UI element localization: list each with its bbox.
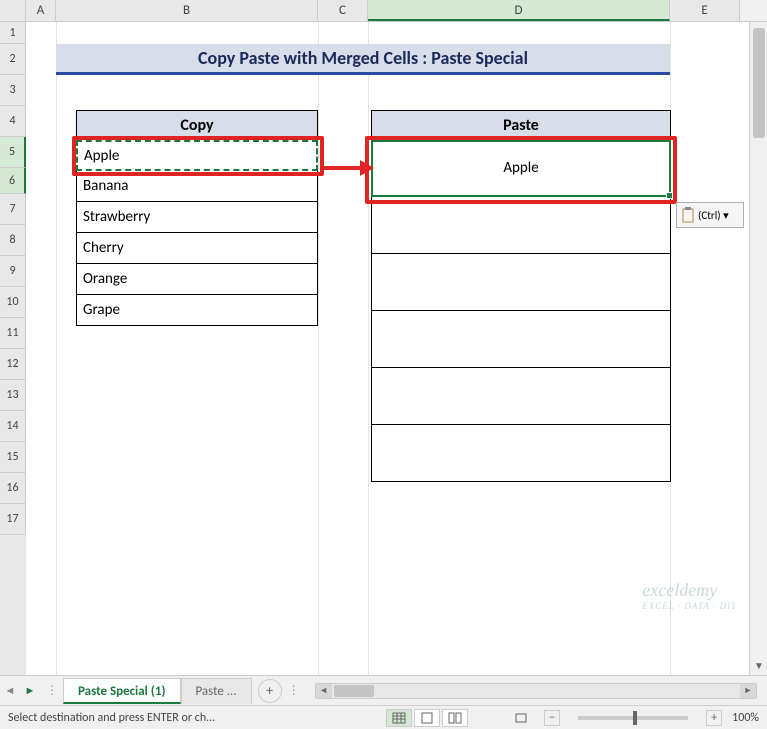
row-header-1[interactable]: 1 xyxy=(0,22,26,44)
row-header-10[interactable]: 10 xyxy=(0,287,26,318)
sheet-tabs-bar: ◄ ► ⋮ Paste Special (1) Paste ... + ⋮ ◄ … xyxy=(0,675,767,705)
row-header-2[interactable]: 2 xyxy=(0,44,26,75)
row-header-6[interactable]: 6 xyxy=(0,168,26,194)
col-header-E[interactable]: E xyxy=(670,0,740,21)
copy-cell-cherry[interactable]: Cherry xyxy=(76,233,318,264)
normal-view-button[interactable] xyxy=(386,709,412,727)
cells-canvas[interactable]: Copy Paste with Merged Cells : Paste Spe… xyxy=(26,22,767,675)
column-headers: A B C D E xyxy=(0,0,767,22)
page-layout-icon xyxy=(420,712,434,724)
page-layout-view-button[interactable] xyxy=(414,709,440,727)
sheet-tab-active[interactable]: Paste Special (1) xyxy=(63,678,181,704)
copy-cell-orange[interactable]: Orange xyxy=(76,264,318,295)
zoom-level[interactable]: 100% xyxy=(732,711,759,725)
row-header-9[interactable]: 9 xyxy=(0,256,26,287)
paste-header: Paste xyxy=(371,110,671,140)
page-title: Copy Paste with Merged Cells : Paste Spe… xyxy=(56,44,670,75)
col-header-D[interactable]: D xyxy=(368,0,670,21)
copy-cell-strawberry[interactable]: Strawberry xyxy=(76,202,318,233)
tab-nav-prev[interactable]: ◄ xyxy=(0,684,20,697)
page-break-icon xyxy=(448,712,462,724)
paste-cell-merged[interactable]: Apple xyxy=(371,140,671,197)
paste-cell-empty[interactable] xyxy=(371,368,671,425)
copy-header: Copy xyxy=(76,110,318,140)
zoom-out-button[interactable]: − xyxy=(544,710,560,726)
paste-cell-empty[interactable] xyxy=(371,254,671,311)
grid-area: 1 2 3 4 5 6 7 8 9 10 11 12 13 14 15 16 1… xyxy=(0,22,767,675)
hscroll-thumb[interactable] xyxy=(334,685,374,697)
clipboard-icon xyxy=(681,207,695,223)
row-header-15[interactable]: 15 xyxy=(0,442,26,473)
drag-handle-icon[interactable]: ⋮ xyxy=(288,683,299,698)
row-header-4[interactable]: 4 xyxy=(0,106,26,137)
zoom-slider[interactable] xyxy=(578,716,688,720)
fullscreen-button[interactable] xyxy=(508,709,534,727)
row-header-3[interactable]: 3 xyxy=(0,75,26,106)
status-bar: Select destination and press ENTER or ch… xyxy=(0,705,767,729)
row-header-11[interactable]: 11 xyxy=(0,318,26,349)
tab-nav-next[interactable]: ► xyxy=(20,684,40,697)
row-header-7[interactable]: 7 xyxy=(0,194,26,225)
spreadsheet-app: A B C D E 1 2 3 4 5 6 7 8 9 10 11 12 13 … xyxy=(0,0,767,729)
view-buttons xyxy=(386,709,468,727)
copy-cell-apple[interactable]: Apple xyxy=(76,140,318,171)
scroll-thumb[interactable] xyxy=(753,28,765,138)
scroll-right-icon[interactable]: ► xyxy=(740,684,756,698)
fullscreen-icon xyxy=(514,712,528,724)
col-header-B[interactable]: B xyxy=(56,0,318,21)
sheet-tab-other[interactable]: Paste ... xyxy=(181,678,252,704)
col-header-A[interactable]: A xyxy=(26,0,56,21)
copy-cell-banana[interactable]: Banana xyxy=(76,171,318,202)
row-header-8[interactable]: 8 xyxy=(0,225,26,256)
horizontal-scrollbar[interactable]: ◄ ► xyxy=(315,683,757,699)
scroll-down-icon[interactable]: ▼ xyxy=(750,657,767,675)
watermark: exceldemy EXCEL · DATA · DIY xyxy=(642,580,737,611)
paste-cell-empty[interactable] xyxy=(371,311,671,368)
annotation-arrow-icon xyxy=(324,158,374,178)
row-header-14[interactable]: 14 xyxy=(0,411,26,442)
row-header-17[interactable]: 17 xyxy=(0,504,26,535)
paste-options-label: (Ctrl) ▾ xyxy=(698,209,729,222)
zoom-in-button[interactable]: + xyxy=(706,710,722,726)
copy-table: Copy Apple Banana Strawberry Cherry Oran… xyxy=(76,110,318,326)
page-break-view-button[interactable] xyxy=(442,709,468,727)
add-sheet-button[interactable]: + xyxy=(258,679,282,703)
scroll-left-icon[interactable]: ◄ xyxy=(316,684,332,698)
row-headers: 1 2 3 4 5 6 7 8 9 10 11 12 13 14 15 16 1… xyxy=(0,22,26,675)
paste-table: Paste Apple xyxy=(371,110,671,482)
copy-cell-grape[interactable]: Grape xyxy=(76,295,318,326)
select-all-corner[interactable] xyxy=(0,0,26,21)
col-header-C[interactable]: C xyxy=(318,0,368,21)
grid-view-icon xyxy=(392,712,406,724)
vertical-scrollbar[interactable]: ▲ ▼ xyxy=(749,22,767,675)
row-header-12[interactable]: 12 xyxy=(0,349,26,380)
paste-cell-empty[interactable] xyxy=(371,197,671,254)
zoom-thumb[interactable] xyxy=(633,711,637,725)
drag-handle-icon[interactable]: ⋮ xyxy=(46,683,57,698)
row-header-5[interactable]: 5 xyxy=(0,137,26,168)
status-message: Select destination and press ENTER or ch… xyxy=(8,711,215,725)
paste-cell-empty[interactable] xyxy=(371,425,671,482)
paste-options-button[interactable]: (Ctrl) ▾ xyxy=(676,202,744,228)
row-header-16[interactable]: 16 xyxy=(0,473,26,504)
row-header-13[interactable]: 13 xyxy=(0,380,26,411)
